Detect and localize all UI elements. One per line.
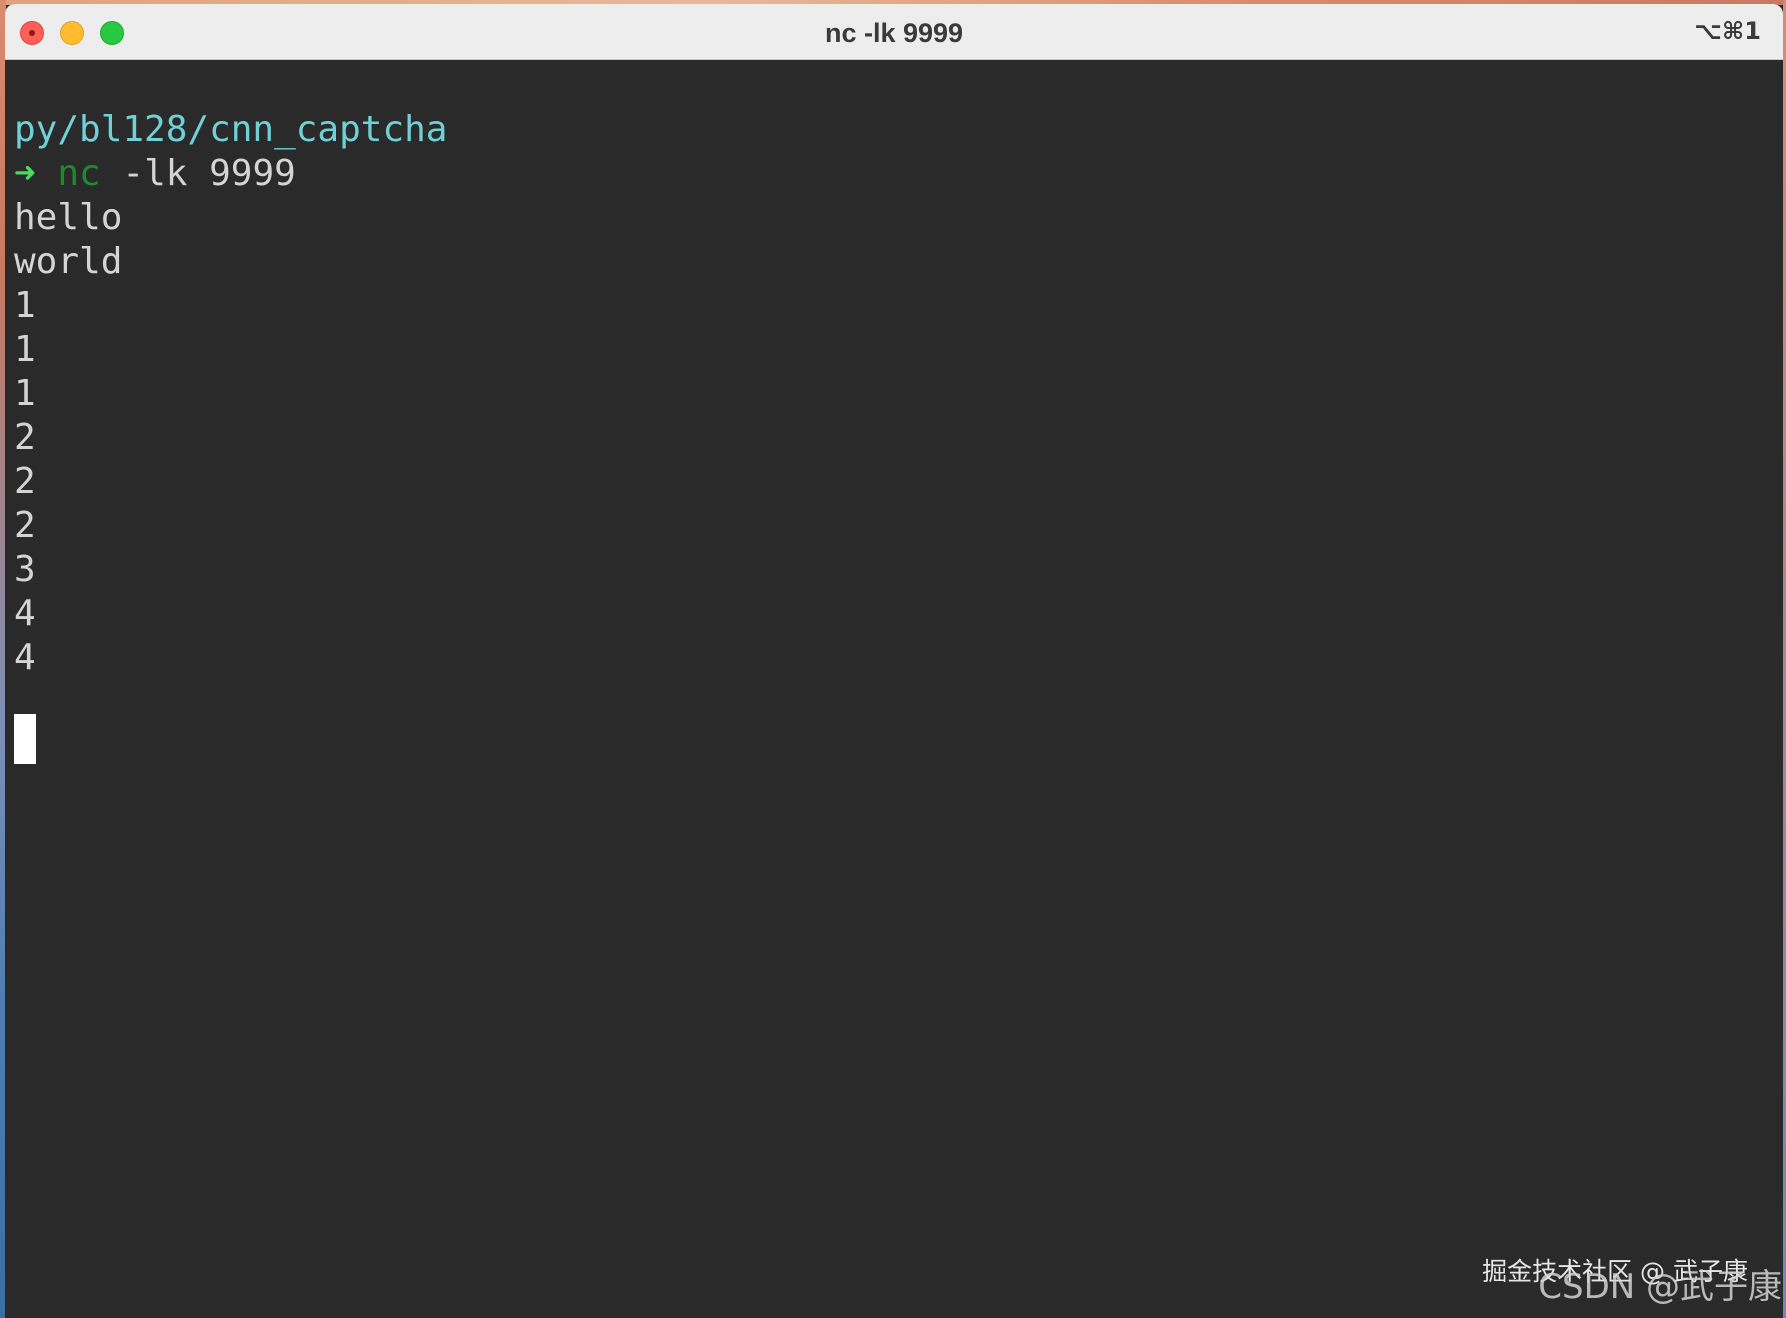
output-line: 1 — [14, 373, 36, 414]
terminal-window: nc -lk 9999 ⌥⌘1 py/bl128/cnn_captcha ➜ n… — [5, 4, 1783, 1318]
output-line: 2 — [14, 505, 36, 546]
terminal-content[interactable]: py/bl128/cnn_captcha ➜ nc -lk 9999 hello… — [5, 60, 1783, 1318]
output-line: 4 — [14, 593, 36, 634]
terminal-cursor — [14, 714, 36, 764]
prompt-line: ➜ nc -lk 9999 — [14, 152, 296, 196]
output-line: world — [14, 241, 123, 282]
output-line: 4 — [14, 637, 36, 678]
current-path: py/bl128/cnn_captcha — [14, 109, 448, 150]
tab-shortcut-label: ⌥⌘1 — [1694, 17, 1761, 45]
command-args: -lk 9999 — [122, 153, 296, 194]
csdn-watermark: CSDN @武子康 — [1538, 1267, 1782, 1307]
prompt-arrow-icon: ➜ — [14, 153, 36, 194]
output-line: 3 — [14, 549, 36, 590]
output-line: 1 — [14, 285, 36, 326]
command-name: nc — [57, 153, 101, 194]
output-line: 2 — [14, 417, 36, 458]
output-line: 1 — [14, 329, 36, 370]
window-title: nc -lk 9999 — [824, 18, 964, 48]
output-line: 2 — [14, 461, 36, 502]
title-bar[interactable]: nc -lk 9999 ⌥⌘1 — [5, 4, 1783, 60]
output-line: hello — [14, 197, 123, 238]
